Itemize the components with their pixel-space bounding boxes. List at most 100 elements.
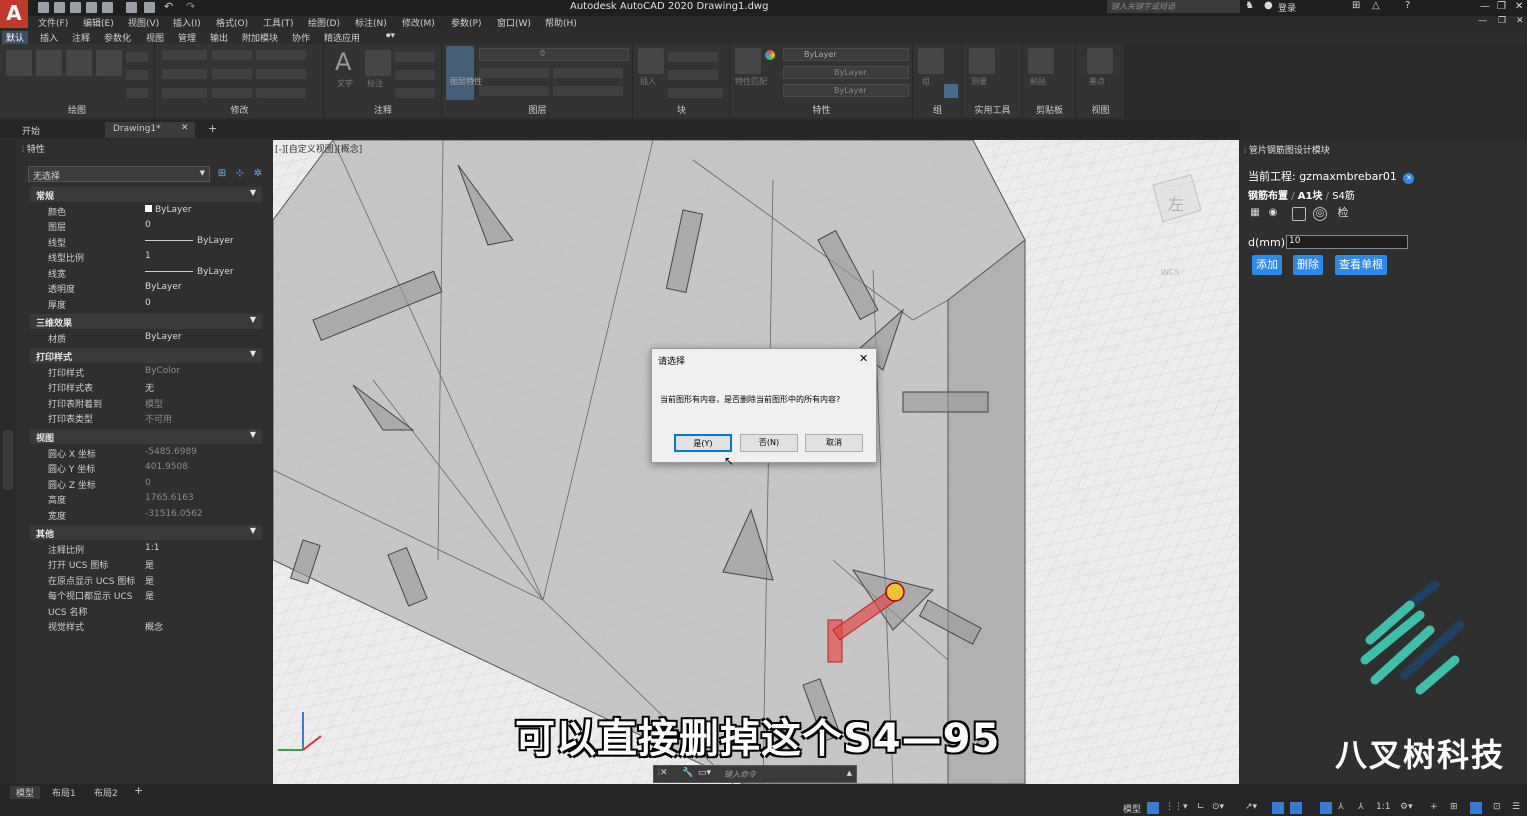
eye-icon[interactable]: ◉ [1266,207,1280,221]
ribbon-tab-parametric[interactable]: 参数化 [100,31,135,44]
viewport-label[interactable]: [-][自定义视图][概念] [275,142,362,155]
panel-clipboard-label[interactable]: 剪贴板 [1024,103,1075,116]
menu-insert[interactable]: 插入(I) [173,16,201,29]
fullscreen-icon[interactable]: ⊡ [1493,802,1501,812]
prop-row[interactable]: 图层 0 [30,218,262,233]
ribbon-tab-addins[interactable]: 附加模块 [238,31,282,44]
prop-row[interactable]: 视觉样式 概念 [30,618,262,633]
model-space-toggle[interactable]: 模型 [1123,802,1141,815]
user-icon[interactable]: ● [1264,0,1273,11]
menu-modify[interactable]: 修改(M) [402,16,435,29]
add-layout-button[interactable]: + [128,784,149,797]
paste-label[interactable]: 粘贴 [1030,76,1046,87]
no-button[interactable]: 否(N) [740,434,798,452]
minimize-icon[interactable]: — [1480,1,1490,12]
group-label[interactable]: 组 [922,76,930,87]
close-command-icon[interactable]: ⦙✕ [658,768,668,778]
section-misc[interactable]: 其他 ▼ [30,525,262,540]
ortho-icon[interactable]: ∟ [1197,802,1205,812]
3dosnap-icon[interactable] [1290,802,1302,814]
plot-icon[interactable] [126,2,137,13]
prop-row[interactable]: 打开 UCS 图标是 [30,556,262,571]
frame-icon[interactable] [1292,207,1306,221]
delete-button[interactable]: 删除 [1293,255,1323,275]
crumb-rebar[interactable]: S4筋 [1332,191,1355,202]
add-button[interactable]: 添加 [1252,255,1282,275]
prop-row[interactable]: 打印样式 ByColor [30,364,262,379]
tab-start[interactable]: 开始 [14,122,48,138]
ribbon-tab-featured[interactable]: 精选应用 [320,31,364,44]
isodraft-icon[interactable]: ↗▾ [1245,802,1257,812]
ribbon-tab-view[interactable]: 视图 [142,31,168,44]
color-dropdown[interactable]: ByLayer [783,48,909,61]
customize-status-icon[interactable]: ☰ [1512,802,1520,812]
dialog-close-icon[interactable]: ✕ [859,352,868,365]
section-plot-style[interactable]: 打印样式 ▼ [30,348,262,363]
prop-row[interactable]: UCS 名称 [30,603,262,618]
mdi-restore-icon[interactable]: ❐ [1498,16,1506,26]
view-single-button[interactable]: 查看单根 [1335,255,1387,275]
group-select-icon[interactable] [944,84,958,98]
open-file-icon[interactable] [54,2,65,13]
ribbon-tab-insert[interactable]: 插入 [36,31,62,44]
menu-draw[interactable]: 绘图(D) [308,16,340,29]
selection-dropdown[interactable]: 无选择 ▼ [28,166,210,182]
prop-row[interactable]: 圆心 Y 坐标 401.9508 [30,460,262,475]
text-icon[interactable]: A [335,48,351,76]
polar-icon[interactable]: ⊙▾ [1212,802,1224,812]
prop-row[interactable]: 打印表类型 不可用 [30,410,262,425]
save-icon[interactable] [70,2,81,13]
new-tab-button[interactable]: + [200,122,225,138]
help-icon[interactable]: ? [1405,0,1410,11]
osnap-icon[interactable] [1272,802,1284,814]
login-link[interactable]: 登录 [1278,1,1296,14]
prop-row[interactable]: 材质 ByLayer [30,330,262,345]
diameter-input[interactable]: 10 [1286,235,1408,249]
ribbon-tab-default[interactable]: 默认 [2,31,29,44]
linetype-dropdown[interactable]: ByLayer [783,66,909,79]
ribbon-toggle-icon[interactable]: ⏺▾ [382,31,399,44]
ribbon-tab-annotate[interactable]: 注释 [68,31,94,44]
section-view[interactable]: 视图 ▼ [30,429,262,444]
palette-tab[interactable] [3,430,13,490]
viewcube-face-label[interactable]: 左 [1168,195,1184,214]
select-objects-icon[interactable]: ⊹ [234,168,246,180]
save-as-icon[interactable] [86,2,97,13]
prop-row[interactable]: 圆心 Z 坐标 0 [30,476,262,491]
annotation-scale[interactable]: 1:1 [1376,802,1390,812]
prop-row[interactable]: 线型 ByLayer [30,234,262,249]
cube-icon[interactable]: ▦ [1248,207,1262,221]
snap-icon[interactable]: ⋮⋮▾ [1165,802,1188,812]
quick-select-icon[interactable]: ✲ [252,168,264,180]
prop-row[interactable]: 高度 1765.6163 [30,491,262,506]
prop-row[interactable]: 宽度 -31516.0562 [30,507,262,522]
cart-icon[interactable]: ⊞ [1352,0,1360,11]
yes-button[interactable]: 是(Y) [674,434,732,452]
close-icon[interactable]: ✕ [1515,1,1523,12]
ribbon-tab-output[interactable]: 输出 [206,31,232,44]
panel-draw-label[interactable]: 绘图 [0,103,154,116]
ribbon-tab-collaborate[interactable]: 协作 [288,31,314,44]
section-3d-effects[interactable]: 三维效果 ▼ [30,314,262,329]
panel-groups-label[interactable]: 组 [914,103,961,116]
layer-dropdown[interactable]: 0 [479,48,629,61]
text-tool-label[interactable]: 文字 [337,78,353,89]
match-properties-label[interactable]: 特性匹配 [735,76,767,87]
prop-row[interactable]: 打印样式表无 [30,379,262,394]
undo-icon[interactable]: ↶ [164,0,173,13]
section-general[interactable]: 常规 ▼ [30,187,262,202]
command-line[interactable]: ⦙✕ 🔧 ▭▾ 键入命令 ▲ [653,765,857,783]
grid-icon[interactable] [1147,802,1159,814]
annotation-monitor-icon[interactable]: + [1430,802,1438,812]
wcs-label[interactable]: WCS [1161,268,1180,277]
isolate-icon[interactable] [1470,802,1482,814]
autocad-logo[interactable]: A [0,0,28,28]
mdi-close-icon[interactable]: ✕ [1516,16,1524,26]
tab-model[interactable]: 模型 [10,786,41,799]
workspace-gear-icon[interactable]: ⚙▾ [1400,802,1413,812]
base-view-label[interactable]: 基点 [1089,76,1105,87]
menu-view[interactable]: 视图(V) [128,16,159,29]
prop-row[interactable]: 颜色 ByLayer [30,203,262,218]
tab-layout1[interactable]: 布局1 [46,786,82,799]
toggle-pickadd-icon[interactable]: ⊞ [216,168,228,180]
